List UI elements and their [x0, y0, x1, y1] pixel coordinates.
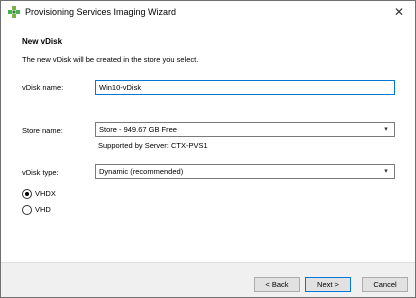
- radio-selected-dot: [25, 192, 29, 196]
- wizard-window: Provisioning Services Imaging Wizard ✕ N…: [0, 0, 416, 298]
- vdisk-name-label: vDisk name:: [22, 83, 64, 92]
- chevron-down-icon: ▾: [384, 126, 388, 133]
- chevron-down-icon: ▾: [384, 168, 388, 175]
- close-icon[interactable]: ✕: [391, 4, 407, 20]
- next-button[interactable]: Next >: [305, 277, 351, 292]
- supported-by-server: Supported by Server: CTX-PVS1: [98, 141, 208, 150]
- vdisk-type-select[interactable]: Dynamic (recommended) ▾: [95, 164, 395, 179]
- store-name-label: Store name:: [22, 126, 63, 135]
- store-name-value: Store - 949.67 GB Free: [99, 125, 177, 134]
- store-name-select[interactable]: Store - 949.67 GB Free ▾: [95, 122, 395, 137]
- radio-circle: [22, 189, 32, 199]
- back-button[interactable]: < Back: [254, 277, 300, 292]
- wizard-page: New vDisk The new vDisk will be created …: [1, 23, 415, 262]
- window-title: Provisioning Services Imaging Wizard: [25, 7, 177, 17]
- title-bar[interactable]: Provisioning Services Imaging Wizard ✕: [1, 1, 415, 23]
- button-bar: < Back Next > Cancel: [1, 263, 415, 297]
- radio-vhd[interactable]: VHD: [22, 204, 112, 216]
- page-description: The new vDisk will be created in the sto…: [22, 55, 199, 64]
- page-heading: New vDisk: [22, 37, 63, 46]
- cancel-button[interactable]: Cancel: [362, 277, 408, 292]
- radio-vhd-label: VHD: [35, 205, 51, 214]
- radio-vhdx-label: VHDX: [35, 189, 56, 198]
- app-icon: [8, 6, 20, 18]
- vdisk-type-label: vDisk type:: [22, 168, 59, 177]
- vdisk-type-value: Dynamic (recommended): [99, 167, 184, 176]
- radio-circle: [22, 205, 32, 215]
- radio-vhdx[interactable]: VHDX: [22, 188, 112, 200]
- vdisk-name-input[interactable]: Win10-vDisk: [95, 80, 395, 95]
